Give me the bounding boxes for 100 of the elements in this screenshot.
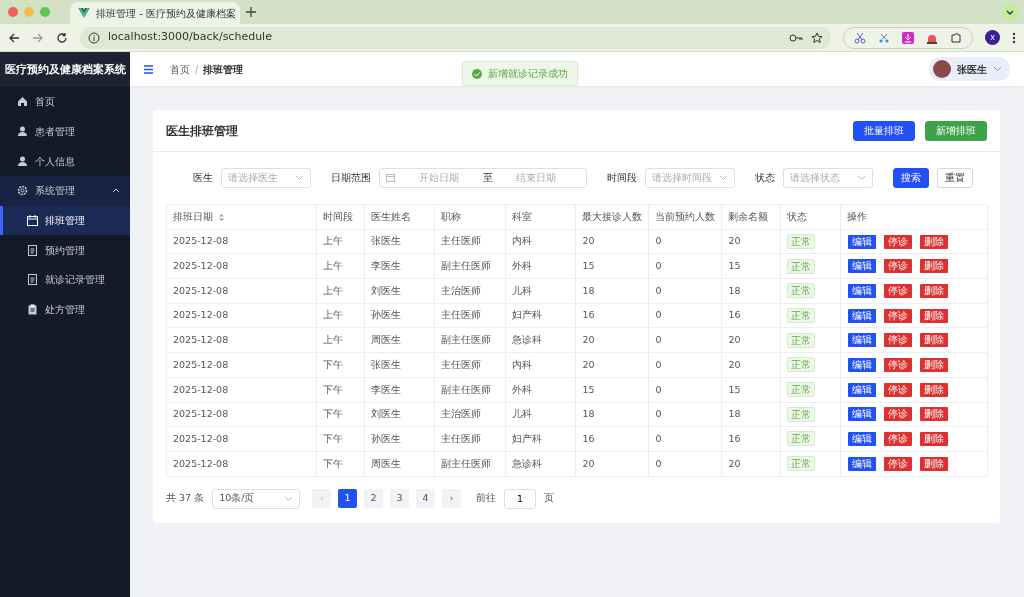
row-action-button[interactable]: 删除 bbox=[918, 431, 949, 448]
row-action-button[interactable]: 编辑 bbox=[846, 258, 877, 275]
status-tag: 正常 bbox=[787, 233, 816, 249]
vue-logo-icon bbox=[78, 7, 90, 19]
back-icon[interactable] bbox=[8, 31, 20, 44]
table-cell: 2025-12-08 bbox=[166, 451, 317, 477]
sort-icon[interactable] bbox=[218, 212, 225, 222]
row-action-button[interactable]: 删除 bbox=[918, 233, 949, 250]
row-action-button[interactable]: 删除 bbox=[918, 381, 949, 398]
row-action-button[interactable]: 删除 bbox=[918, 258, 949, 275]
goto-suffix: 页 bbox=[544, 491, 555, 506]
row-action-button[interactable]: 停诊 bbox=[882, 356, 913, 373]
download-icon[interactable] bbox=[902, 31, 914, 44]
table-cell: 妇产科 bbox=[505, 426, 576, 452]
row-action-button[interactable]: 删除 bbox=[918, 307, 949, 324]
row-action-button[interactable]: 编辑 bbox=[846, 233, 877, 250]
sidebar-item[interactable]: 预约管理 bbox=[0, 235, 130, 266]
row-action-button[interactable]: 删除 bbox=[918, 332, 949, 349]
page-button[interactable]: 3 bbox=[390, 489, 410, 509]
column-header: 时间段 bbox=[316, 204, 365, 230]
avatar-icon bbox=[933, 60, 951, 78]
row-action-button[interactable]: 停诊 bbox=[882, 332, 913, 349]
date-range-field[interactable]: 开始日期 至 结束日期 bbox=[379, 167, 587, 188]
action-button[interactable]: 批量排班 bbox=[853, 120, 915, 141]
row-action-button[interactable]: 编辑 bbox=[846, 356, 877, 373]
table-cell: 李医生 bbox=[364, 253, 435, 279]
next-page-button[interactable]: › bbox=[442, 489, 462, 509]
sidebar-item[interactable]: 处方管理 bbox=[0, 294, 130, 325]
table-cell: 2025-12-08 bbox=[166, 278, 317, 304]
sidebar-item[interactable]: 系统管理 bbox=[0, 176, 130, 206]
row-action-button[interactable]: 删除 bbox=[918, 282, 949, 299]
sidebar-item[interactable]: 首页 bbox=[0, 87, 130, 117]
row-action-button[interactable]: 删除 bbox=[918, 406, 949, 423]
row-action-button[interactable]: 编辑 bbox=[846, 332, 877, 349]
filter-button[interactable]: 重置 bbox=[937, 167, 973, 188]
action-button[interactable]: 新增排班 bbox=[925, 120, 987, 141]
sidebar-item[interactable]: 就诊记录管理 bbox=[0, 265, 130, 295]
clipboard-icon bbox=[27, 304, 38, 316]
status-tag: 正常 bbox=[787, 357, 816, 373]
page-size-select[interactable]: 10条/页 bbox=[212, 488, 301, 509]
info-icon[interactable] bbox=[88, 31, 100, 44]
table-cell: 外科 bbox=[505, 253, 576, 279]
row-action-button[interactable]: 删除 bbox=[918, 356, 949, 373]
filter-label: 状态 bbox=[755, 171, 775, 185]
table-cell: 0 bbox=[648, 451, 722, 477]
table-cell: 副主任医师 bbox=[434, 451, 506, 477]
table-cell: 20 bbox=[575, 451, 649, 477]
row-action-button[interactable]: 停诊 bbox=[882, 282, 913, 299]
table-cell: 0 bbox=[648, 402, 722, 427]
row-action-button[interactable]: 停诊 bbox=[882, 406, 913, 423]
page-title: 医生排班管理 bbox=[166, 122, 238, 140]
row-action-button[interactable]: 停诊 bbox=[882, 307, 913, 324]
sidebar-item[interactable]: 排班管理 bbox=[0, 205, 130, 236]
table-cell: 刘医生 bbox=[364, 402, 435, 427]
page-button[interactable]: 4 bbox=[416, 489, 436, 509]
more-icon[interactable] bbox=[1012, 31, 1016, 44]
row-action-button[interactable]: 停诊 bbox=[882, 258, 913, 275]
table-cell: 内科 bbox=[505, 229, 576, 254]
page-number-field[interactable]: 1 bbox=[504, 488, 537, 509]
filter-button[interactable]: 搜索 bbox=[893, 167, 929, 188]
table-cell: 内科 bbox=[505, 352, 576, 378]
tab-list-icon[interactable] bbox=[1002, 4, 1018, 20]
table-cell: 妇产科 bbox=[505, 303, 576, 328]
user-menu[interactable]: 张医生 bbox=[929, 57, 1010, 81]
table-cell: 下午 bbox=[316, 451, 365, 477]
gear-icon bbox=[17, 185, 28, 197]
row-action-button[interactable]: 停诊 bbox=[882, 381, 913, 398]
row-action-button[interactable]: 编辑 bbox=[846, 431, 877, 448]
table-cell: 2025-12-08 bbox=[166, 426, 317, 452]
table-cell: 急诊科 bbox=[505, 451, 576, 477]
browser-tab[interactable]: 排班管理 - 医疗预约及健康档案 bbox=[70, 2, 240, 24]
scissors-icon[interactable] bbox=[854, 31, 866, 44]
breadcrumb-item[interactable]: 首页 bbox=[170, 61, 190, 77]
page-button[interactable]: 2 bbox=[364, 489, 384, 509]
new-tab-icon[interactable] bbox=[246, 7, 256, 17]
row-action-button[interactable]: 删除 bbox=[918, 455, 949, 472]
column-header[interactable]: 排班日期 bbox=[166, 204, 317, 230]
app-title: 医疗预约及健康档案系统 bbox=[0, 52, 130, 87]
star-icon[interactable] bbox=[811, 31, 823, 44]
sidebar-item[interactable]: 个人信息 bbox=[0, 146, 130, 177]
profile-avatar[interactable]: x bbox=[985, 30, 1000, 45]
table-cell: 0 bbox=[648, 327, 722, 353]
row-action-button[interactable]: 编辑 bbox=[846, 307, 877, 324]
row-action-button[interactable]: 编辑 bbox=[846, 406, 877, 423]
row-action-button[interactable]: 停诊 bbox=[882, 431, 913, 448]
table-cell: 主任医师 bbox=[434, 352, 506, 378]
menu-icon[interactable] bbox=[144, 64, 153, 74]
url-text[interactable]: localhost:3000/back/schedule bbox=[108, 29, 272, 46]
row-action-button[interactable]: 停诊 bbox=[882, 455, 913, 472]
table-cell: 0 bbox=[648, 229, 722, 254]
row-action-button[interactable]: 编辑 bbox=[846, 282, 877, 299]
scissors-icon[interactable] bbox=[878, 31, 890, 44]
table-cell: 15 bbox=[575, 253, 649, 279]
page-button[interactable]: 1 bbox=[338, 489, 358, 509]
sidebar-item[interactable]: 患者管理 bbox=[0, 116, 130, 147]
row-action-button[interactable]: 编辑 bbox=[846, 455, 877, 472]
reload-icon[interactable] bbox=[56, 31, 68, 44]
key-icon[interactable] bbox=[789, 31, 803, 44]
row-action-button[interactable]: 停诊 bbox=[882, 233, 913, 250]
row-action-button[interactable]: 编辑 bbox=[846, 381, 877, 398]
